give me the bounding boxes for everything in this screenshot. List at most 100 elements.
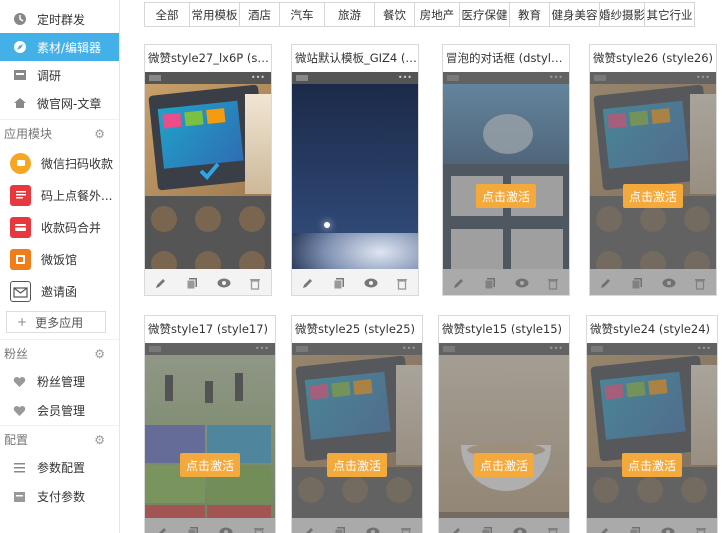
- template-card[interactable]: 微赞style26 (style26)••• 点击激活: [589, 44, 717, 296]
- sidebar-item-label: 参数配置: [37, 461, 86, 475]
- delete-icon[interactable]: [394, 275, 410, 291]
- template-thumbnail[interactable]: ••• 点击激活: [587, 343, 717, 533]
- template-thumbnail[interactable]: ••• 点击激活: [145, 343, 275, 533]
- sidebar: 定时群发 素材/编辑器 调研 微官网-文章 应用模块 ⚙ 微信扫码收款 码上点餐…: [0, 0, 120, 533]
- section-title: 应用模块: [4, 127, 53, 141]
- tab-8[interactable]: 教育: [510, 3, 550, 26]
- plus-icon: +: [17, 315, 28, 329]
- activate-button[interactable]: 点击激活: [180, 453, 240, 477]
- tab-3[interactable]: 汽车: [280, 3, 325, 26]
- sidebar-item-members[interactable]: 会员管理: [0, 396, 119, 425]
- tab-2[interactable]: 酒店: [240, 3, 280, 26]
- activate-button[interactable]: 点击激活: [622, 453, 682, 477]
- heart-icon: [12, 374, 27, 389]
- template-card[interactable]: 微赞style24 (style24)••• 点击激活: [586, 315, 718, 533]
- copy-icon[interactable]: [184, 275, 200, 291]
- inactive-overlay: [145, 343, 275, 533]
- more-apps-button[interactable]: + 更多应用: [6, 311, 106, 333]
- sidebar-item-label: 定时群发: [37, 12, 86, 27]
- selected-check-icon: [198, 160, 220, 182]
- payment-icon: [12, 489, 27, 504]
- template-thumbnail[interactable]: ••• 点击激活: [439, 343, 569, 533]
- inactive-overlay: [292, 343, 422, 533]
- inactive-overlay: [590, 269, 716, 295]
- inactive-overlay: [587, 518, 717, 533]
- sidebar-item-label: 微官网-文章: [37, 96, 102, 111]
- tab-6[interactable]: 房地产: [415, 3, 460, 26]
- sidebar-app-invitation[interactable]: 邀请函: [0, 275, 119, 307]
- sidebar-item-params[interactable]: 参数配置: [0, 453, 119, 482]
- preview-icon[interactable]: [363, 275, 379, 291]
- sidebar-item-label: 支付参数: [37, 490, 86, 504]
- template-card[interactable]: 微站默认模板_GIZ4 (d... •••: [291, 44, 419, 296]
- delete-icon[interactable]: [247, 275, 263, 291]
- wallet-icon: [10, 152, 31, 174]
- inactive-overlay: [439, 518, 569, 533]
- template-thumbnail[interactable]: ••• 点击激活: [443, 72, 569, 295]
- gear-icon[interactable]: ⚙: [94, 347, 105, 361]
- gear-icon[interactable]: ⚙: [94, 433, 105, 447]
- tab-1[interactable]: 常用模板: [190, 3, 240, 26]
- sidebar-item-materials[interactable]: 素材/编辑器: [0, 33, 119, 61]
- tab-10[interactable]: 婚纱摄影: [600, 3, 645, 26]
- card-toolbar: [292, 269, 418, 295]
- sidebar-app-scan-pay[interactable]: 微信扫码收款: [0, 147, 119, 179]
- sidebar-item-label: 邀请函: [41, 284, 78, 299]
- card-icon: [10, 216, 31, 238]
- list-icon: [12, 460, 27, 475]
- sidebar-item-microsite[interactable]: 微官网-文章: [0, 89, 119, 117]
- template-card[interactable]: 冒泡的对话框 (dstyle06)••• 点击激活: [442, 44, 570, 296]
- phone-header: •••: [292, 72, 418, 84]
- tab-7[interactable]: 医疗保健: [460, 3, 510, 26]
- template-thumbnail[interactable]: ••• 点击激活: [292, 343, 422, 533]
- sidebar-item-survey[interactable]: 调研: [0, 61, 119, 89]
- card-toolbar: [145, 269, 271, 295]
- inactive-overlay: [439, 343, 569, 533]
- template-thumbnail[interactable]: •••: [292, 72, 418, 295]
- section-apps: 应用模块 ⚙: [0, 119, 119, 147]
- tab-4[interactable]: 旅游: [325, 3, 375, 26]
- sidebar-app-restaurant[interactable]: 微饭馆: [0, 243, 119, 275]
- menu-order-icon: [10, 184, 31, 206]
- survey-icon: [12, 68, 27, 83]
- template-thumbnail[interactable]: •••: [145, 72, 271, 295]
- tab-11[interactable]: 其它行业: [645, 3, 695, 26]
- template-title: 微赞style17 (style17): [145, 316, 275, 343]
- template-card[interactable]: 微赞style25 (style25)••• 点击激活: [291, 315, 423, 533]
- sidebar-app-merge-code[interactable]: 收款码合并: [0, 211, 119, 243]
- preview-icon[interactable]: [216, 275, 232, 291]
- sidebar-item-payment[interactable]: 支付参数: [0, 482, 119, 511]
- sidebar-item-scheduled[interactable]: 定时群发: [0, 5, 119, 33]
- tab-5[interactable]: 餐饮: [375, 3, 415, 26]
- template-title: 微站默认模板_GIZ4 (d...: [292, 45, 418, 72]
- gear-icon[interactable]: ⚙: [94, 127, 105, 141]
- activate-button[interactable]: 点击激活: [474, 453, 534, 477]
- activate-button[interactable]: 点击激活: [623, 184, 683, 208]
- activate-button[interactable]: 点击激活: [476, 184, 536, 208]
- tab-0[interactable]: 全部: [145, 3, 190, 26]
- sidebar-item-label: 微饭馆: [41, 252, 78, 267]
- sidebar-item-label: 粉丝管理: [37, 375, 86, 389]
- invitation-icon: [10, 280, 31, 302]
- template-thumbnail[interactable]: ••• 点击激活: [590, 72, 716, 295]
- section-config: 配置 ⚙: [0, 425, 119, 453]
- more-apps-label: 更多应用: [35, 315, 84, 330]
- edit-icon[interactable]: [153, 275, 169, 291]
- compass-icon: [12, 40, 27, 55]
- heart-icon: [12, 403, 27, 418]
- template-card[interactable]: 微赞style17 (style17)••• 点击激活: [144, 315, 276, 533]
- sidebar-item-label: 收款码合并: [41, 220, 102, 235]
- section-title: 配置: [4, 433, 29, 447]
- sidebar-item-label: 微信扫码收款: [41, 156, 114, 171]
- home-icon: [12, 96, 27, 111]
- sidebar-app-order[interactable]: 码上点餐外...: [0, 179, 119, 211]
- edit-icon[interactable]: [300, 275, 316, 291]
- tab-9[interactable]: 健身美容: [550, 3, 600, 26]
- restaurant-icon: [10, 248, 31, 270]
- copy-icon[interactable]: [331, 275, 347, 291]
- template-card[interactable]: 微赞style15 (style15)••• 点击激活: [438, 315, 570, 533]
- sidebar-item-label: 会员管理: [37, 404, 86, 418]
- activate-button[interactable]: 点击激活: [327, 453, 387, 477]
- sidebar-item-fans[interactable]: 粉丝管理: [0, 367, 119, 396]
- clock-icon: [12, 12, 27, 27]
